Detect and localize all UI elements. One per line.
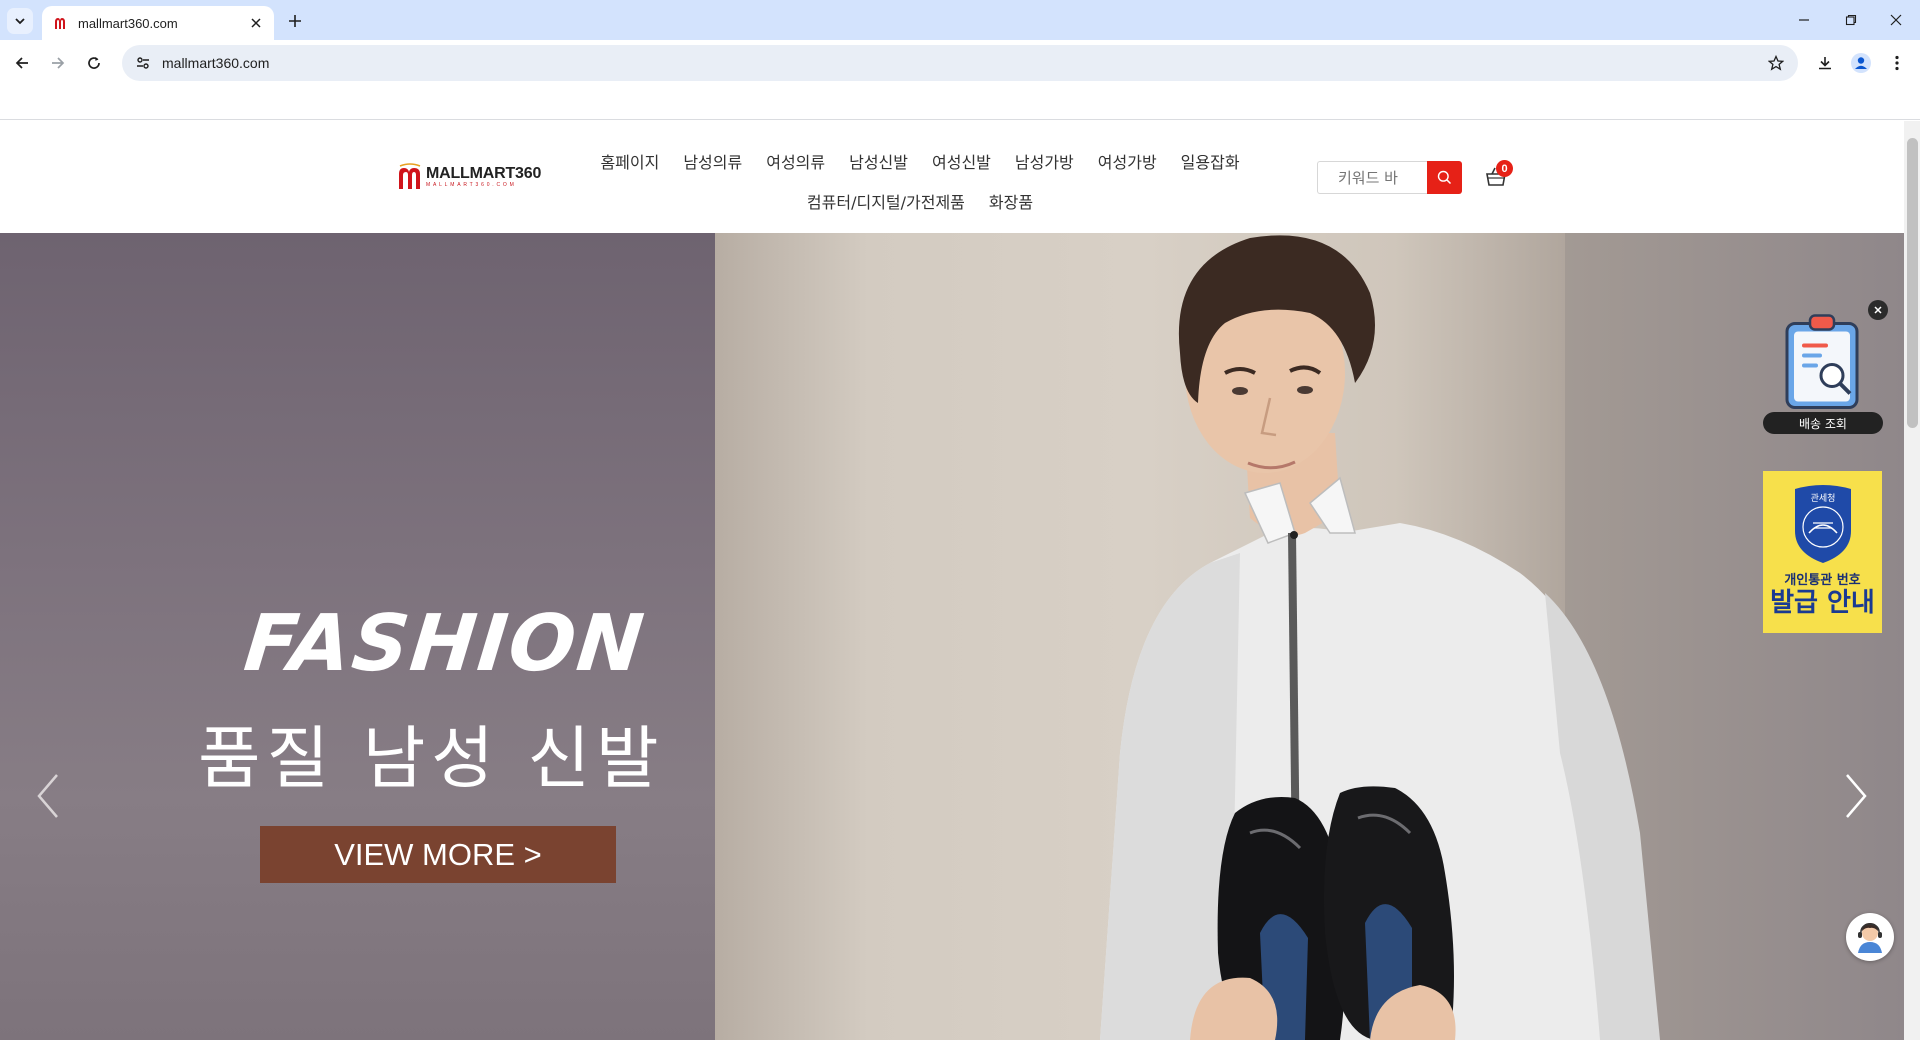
- nav-item-cosmetics[interactable]: 화장품: [977, 189, 1045, 213]
- minimize-button[interactable]: [1786, 8, 1822, 32]
- web-page: MALLMART360 MALLMART360.COM 홈페이지 남성의류 여성…: [0, 121, 1904, 1040]
- customs-text-line1: 개인통관 번호: [1784, 573, 1861, 588]
- blank-bar: [0, 86, 1920, 120]
- site-logo[interactable]: MALLMART360 MALLMART360.COM: [398, 163, 541, 189]
- nav-item-womens-bags[interactable]: 여성가방: [1086, 149, 1169, 173]
- hero-model-image: [1100, 235, 1660, 1040]
- view-more-button[interactable]: VIEW MORE >: [260, 826, 616, 883]
- restore-button[interactable]: [1833, 8, 1869, 32]
- site-search: [1317, 161, 1462, 194]
- address-bar[interactable]: mallmart360.com: [122, 45, 1798, 81]
- nav-item-home[interactable]: 홈페이지: [588, 149, 671, 173]
- browser-menu-button[interactable]: [1883, 49, 1911, 77]
- chevron-down-icon: [15, 18, 25, 25]
- nav-item-daily-goods[interactable]: 일용잡화: [1169, 149, 1252, 173]
- tab-search-button[interactable]: [7, 8, 33, 34]
- hero-banner: FASHION 품질 남성 신발 VIEW MORE >: [0, 233, 1904, 1040]
- support-agent-icon: [1858, 923, 1882, 953]
- minimize-icon: [1799, 19, 1809, 21]
- customs-shield-icon: 관세청: [1794, 485, 1851, 563]
- url-text[interactable]: mallmart360.com: [162, 55, 1762, 71]
- search-button[interactable]: [1427, 161, 1462, 194]
- delivery-tracking-label[interactable]: 배송 조회: [1763, 412, 1883, 434]
- customs-number-banner[interactable]: 관세청 개인통관 번호 발급 안내: [1763, 471, 1882, 633]
- download-button[interactable]: [1811, 49, 1839, 77]
- download-icon: [1819, 57, 1831, 70]
- customs-seal-text: 관세청: [1810, 493, 1835, 504]
- nav-row-1: 홈페이지 남성의류 여성의류 남성신발 여성신발 남성가방 여성가방 일용잡화: [560, 141, 1280, 181]
- nav-item-womens-clothing[interactable]: 여성의류: [754, 149, 837, 173]
- nav-item-mens-clothing[interactable]: 남성의류: [671, 149, 754, 173]
- hero-title: FASHION: [240, 599, 650, 689]
- nav-item-womens-shoes[interactable]: 여성신발: [920, 149, 1003, 173]
- search-input[interactable]: [1317, 161, 1427, 194]
- browser-tabstrip: mallmart360.com: [0, 0, 1920, 40]
- logo-name: MALLMART360: [426, 164, 542, 182]
- restore-icon: [1845, 14, 1857, 26]
- plus-icon: [289, 15, 301, 27]
- reload-icon: [88, 57, 100, 69]
- chat-support-button[interactable]: [1846, 913, 1894, 961]
- carousel-prev-arrow-icon[interactable]: [33, 771, 63, 821]
- bookmark-star-icon[interactable]: [1762, 49, 1790, 77]
- site-header: MALLMART360 MALLMART360.COM 홈페이지 남성의류 여성…: [0, 121, 1904, 233]
- cart-count-badge: 0: [1496, 160, 1513, 177]
- forward-button[interactable]: [44, 49, 72, 77]
- main-navigation: 홈페이지 남성의류 여성의류 남성신발 여성신발 남성가방 여성가방 일용잡화 …: [560, 141, 1280, 221]
- customs-text-line2: 발급 안내: [1770, 588, 1875, 618]
- logo-mark-icon: [399, 163, 421, 189]
- forward-arrow-icon: [52, 57, 65, 69]
- logo-subtitle: MALLMART360.COM: [426, 181, 517, 188]
- back-button[interactable]: [8, 49, 36, 77]
- search-icon: [1437, 170, 1452, 185]
- new-tab-button[interactable]: [283, 9, 307, 33]
- back-arrow-icon: [15, 57, 28, 69]
- tab-title: mallmart360.com: [78, 15, 178, 31]
- scrollbar-thumb[interactable]: [1907, 138, 1918, 428]
- browser-toolbar: mallmart360.com: [0, 40, 1920, 86]
- close-icon[interactable]: [246, 13, 266, 33]
- nav-item-electronics[interactable]: 컴퓨터/디지털/가전제품: [795, 189, 977, 213]
- favicon-icon: [52, 15, 68, 31]
- hero-subtitle: 품질 남성 신발: [198, 720, 665, 799]
- more-vertical-icon: [1895, 55, 1899, 71]
- close-icon[interactable]: [1868, 300, 1888, 320]
- profile-avatar-icon: [1851, 53, 1871, 73]
- nav-row-2: 컴퓨터/디지털/가전제품 화장품: [560, 181, 1280, 221]
- profile-button[interactable]: [1847, 49, 1875, 77]
- reload-button[interactable]: [80, 49, 108, 77]
- close-icon: [1890, 14, 1902, 26]
- browser-tab-active[interactable]: mallmart360.com: [42, 6, 274, 40]
- window-close-button[interactable]: [1878, 8, 1914, 32]
- site-info-icon[interactable]: [130, 50, 156, 76]
- nav-item-mens-bags[interactable]: 남성가방: [1003, 149, 1086, 173]
- nav-item-mens-shoes[interactable]: 남성신발: [837, 149, 920, 173]
- carousel-next-arrow-icon[interactable]: [1841, 771, 1871, 821]
